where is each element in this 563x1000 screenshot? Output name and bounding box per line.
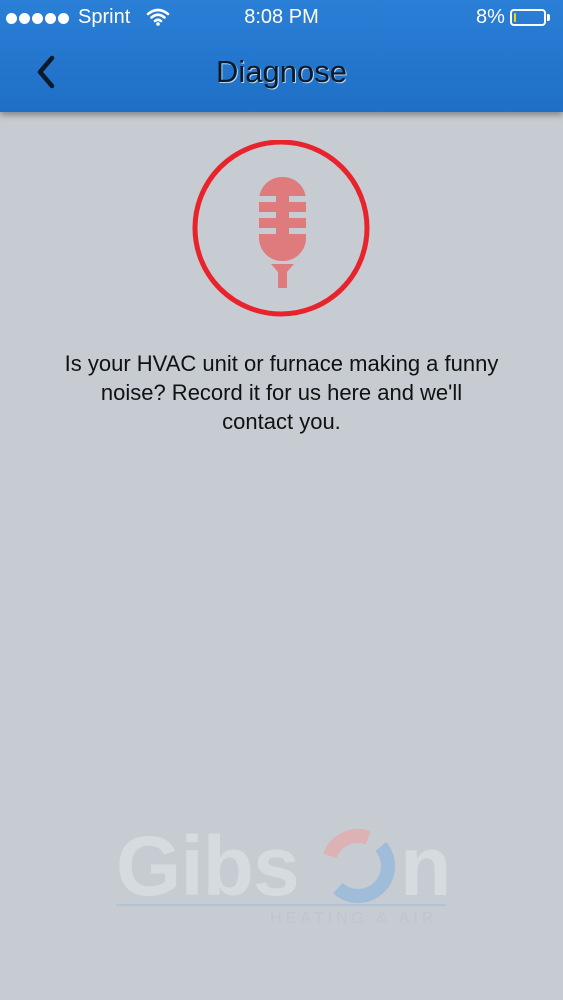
logo-underline (116, 904, 446, 906)
navigation-bar: Sprint 8:08 PM 8% Diagnose (0, 0, 563, 112)
prompt-line: contact you. (222, 409, 341, 434)
battery-percent: 8% (476, 6, 505, 28)
logo-wordmark-right: n (400, 819, 451, 913)
record-button[interactable] (191, 139, 371, 320)
prompt-line: noise? Record it for us here and we'll (100, 380, 463, 405)
logo-ring-icon (321, 829, 395, 903)
gibson-logo: Gibs n HEATING & AIR (110, 818, 455, 948)
battery-icon (510, 9, 550, 26)
status-bar: Sprint 8:08 PM 8% (0, 0, 563, 36)
microphone-icon (192, 139, 370, 317)
logo-wordmark-left: Gibs (116, 819, 300, 913)
battery-fill (514, 13, 516, 22)
record-prompt: Is your HVAC unit or furnace making a fu… (20, 349, 543, 436)
logo-tagline: HEATING & AIR (270, 910, 438, 927)
prompt-line: Is your HVAC unit or furnace making a fu… (64, 351, 499, 376)
page-title: Diagnose (216, 54, 347, 89)
